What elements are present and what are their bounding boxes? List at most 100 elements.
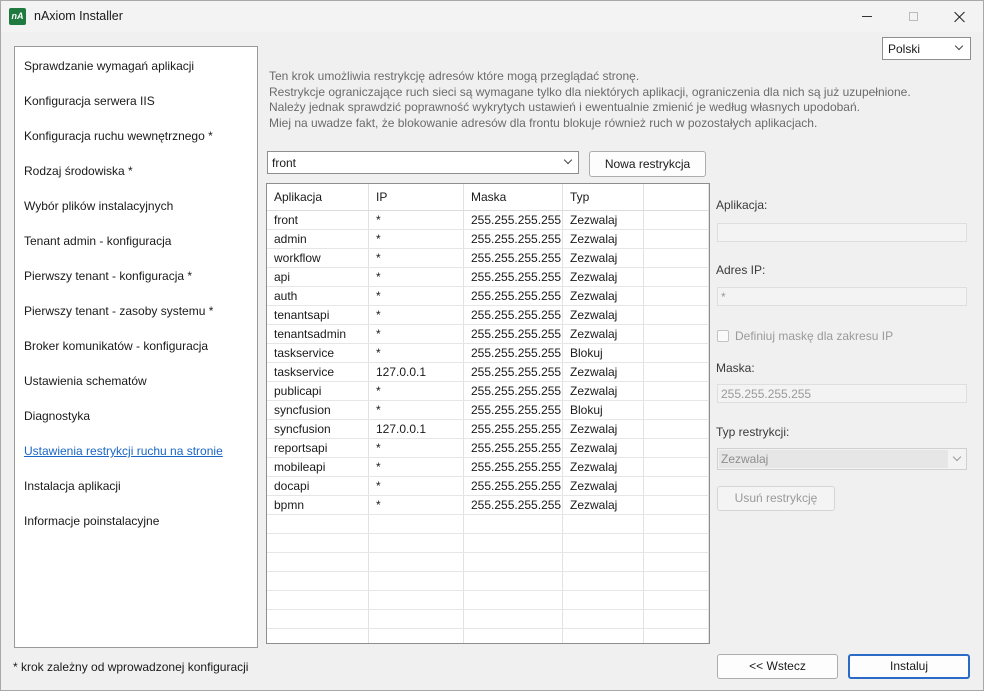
table-row[interactable]: workflow * 255.255.255.255 Zezwalaj: [267, 249, 709, 268]
step-item[interactable]: Konfiguracja ruchu wewnętrznego *: [24, 129, 213, 143]
table-cell: Zezwalaj: [563, 211, 644, 229]
table-row[interactable]: mobileapi * 255.255.255.255 Zezwalaj: [267, 458, 709, 477]
table-row[interactable]: api * 255.255.255.255 Zezwalaj: [267, 268, 709, 287]
table-cell: 255.255.255.255: [464, 268, 563, 286]
minimize-button[interactable]: [844, 1, 890, 32]
ip-field[interactable]: *: [717, 287, 967, 306]
table-cell: docapi: [267, 477, 369, 495]
table-cell: publicapi: [267, 382, 369, 400]
column-header[interactable]: IP: [369, 184, 464, 210]
table-cell-empty: [563, 572, 644, 590]
define-mask-label: Definiuj maskę dla zakresu IP: [735, 329, 894, 343]
table-row[interactable]: tenantsadmin * 255.255.255.255 Zezwalaj: [267, 325, 709, 344]
table-cell: 255.255.255.255: [464, 458, 563, 476]
step-item[interactable]: Pierwszy tenant - konfiguracja *: [24, 269, 192, 283]
table-cell-empty: [267, 515, 369, 533]
language-value: Polski: [888, 42, 921, 56]
table-cell: *: [369, 230, 464, 248]
table-row[interactable]: tenantsapi * 255.255.255.255 Zezwalaj: [267, 306, 709, 325]
table-cell-empty: [464, 591, 563, 609]
table-cell: 255.255.255.255: [464, 477, 563, 495]
application-label: Aplikacja:: [716, 198, 768, 212]
column-header-empty: [644, 184, 709, 210]
table-cell-empty: [644, 458, 709, 476]
table-cell-empty: [644, 534, 709, 552]
table-cell-empty: [464, 610, 563, 628]
table-cell-empty: [644, 496, 709, 514]
table-row[interactable]: auth * 255.255.255.255 Zezwalaj: [267, 287, 709, 306]
step-item[interactable]: Rodzaj środowiska *: [24, 164, 133, 178]
table-cell: workflow: [267, 249, 369, 267]
table-cell: *: [369, 477, 464, 495]
back-button[interactable]: << Wstecz: [717, 654, 838, 679]
close-button[interactable]: [937, 1, 983, 32]
define-mask-checkbox[interactable]: [717, 330, 729, 342]
table-cell: taskservice: [267, 363, 369, 381]
application-select[interactable]: front: [267, 151, 579, 174]
table-cell-empty: [563, 591, 644, 609]
application-field[interactable]: [717, 223, 967, 242]
maximize-button[interactable]: [890, 1, 936, 32]
table-cell-empty: [644, 401, 709, 419]
column-header[interactable]: Maska: [464, 184, 563, 210]
restrictions-table[interactable]: Aplikacja IP Maska Typ front * 255.255.255…: [266, 183, 710, 644]
table-cell-empty: [644, 382, 709, 400]
table-cell: syncfusion: [267, 420, 369, 438]
table-cell: Blokuj: [563, 401, 644, 419]
language-select[interactable]: Polski: [882, 37, 971, 60]
table-row[interactable]: publicapi * 255.255.255.255 Zezwalaj: [267, 382, 709, 401]
step-item[interactable]: Wybór plików instalacyjnych: [24, 199, 173, 213]
table-row-empty: [267, 553, 709, 572]
restriction-type-select[interactable]: Zezwalaj: [717, 448, 967, 470]
table-cell: 255.255.255.255: [464, 249, 563, 267]
minimize-icon: [862, 16, 872, 17]
table-cell: *: [369, 439, 464, 457]
column-header[interactable]: Typ: [563, 184, 644, 210]
intro-line: Należy jednak sprawdzić poprawność wykry…: [269, 100, 860, 114]
table-cell: *: [369, 344, 464, 362]
table-row[interactable]: taskservice 127.0.0.1 255.255.255.255 Zezwa…: [267, 363, 709, 382]
table-row[interactable]: docapi * 255.255.255.255 Zezwalaj: [267, 477, 709, 496]
restriction-type-label: Typ restrykcji:: [716, 425, 790, 439]
table-cell-empty: [644, 572, 709, 590]
column-header[interactable]: Aplikacja: [267, 184, 369, 210]
table-cell: admin: [267, 230, 369, 248]
table-row-empty: [267, 629, 709, 643]
table-cell-empty: [369, 629, 464, 643]
mask-field[interactable]: 255.255.255.255: [717, 384, 967, 403]
table-row[interactable]: reportsapi * 255.255.255.255 Zezwalaj: [267, 439, 709, 458]
step-item[interactable]: Instalacja aplikacji: [24, 479, 121, 493]
step-item[interactable]: Informacje poinstalacyjne: [24, 514, 159, 528]
remove-restriction-button[interactable]: Usuń restrykcję: [717, 486, 835, 511]
install-button[interactable]: Instaluj: [848, 654, 970, 679]
step-item-active[interactable]: Ustawienia restrykcji ruchu na stronie: [24, 444, 223, 458]
table-row[interactable]: front * 255.255.255.255 Zezwalaj: [267, 211, 709, 230]
table-cell-empty: [464, 553, 563, 571]
table-row[interactable]: syncfusion * 255.255.255.255 Blokuj: [267, 401, 709, 420]
step-item[interactable]: Sprawdzanie wymagań aplikacji: [24, 59, 194, 73]
step-item[interactable]: Pierwszy tenant - zasoby systemu *: [24, 304, 213, 318]
step-item[interactable]: Konfiguracja serwera IIS: [24, 94, 155, 108]
new-restriction-button[interactable]: Nowa restrykcja: [589, 151, 706, 177]
close-icon: [954, 11, 966, 23]
table-cell: Zezwalaj: [563, 306, 644, 324]
table-cell: Zezwalaj: [563, 249, 644, 267]
ip-label: Adres IP:: [716, 263, 766, 277]
step-item[interactable]: Diagnostyka: [24, 409, 90, 423]
table-row[interactable]: admin * 255.255.255.255 Zezwalaj: [267, 230, 709, 249]
chevron-down-icon: [954, 41, 964, 51]
table-cell: Zezwalaj: [563, 363, 644, 381]
step-item[interactable]: Tenant admin - konfiguracja: [24, 234, 171, 248]
table-row[interactable]: taskservice * 255.255.255.255 Blokuj: [267, 344, 709, 363]
table-cell: 255.255.255.255: [464, 344, 563, 362]
intro-line: Restrykcje ograniczające ruch sieci są w…: [269, 84, 911, 99]
table-row[interactable]: syncfusion 127.0.0.1 255.255.255.255 Zezwal…: [267, 420, 709, 439]
table-cell: *: [369, 268, 464, 286]
table-cell-empty: [644, 249, 709, 267]
table-cell: *: [369, 249, 464, 267]
table-header: Aplikacja IP Maska Typ: [267, 184, 709, 211]
step-item[interactable]: Broker komunikatów - konfiguracja: [24, 339, 208, 353]
table-row[interactable]: bpmn * 255.255.255.255 Zezwalaj: [267, 496, 709, 515]
step-item[interactable]: Ustawienia schematów: [24, 374, 147, 388]
table-cell: taskservice: [267, 344, 369, 362]
